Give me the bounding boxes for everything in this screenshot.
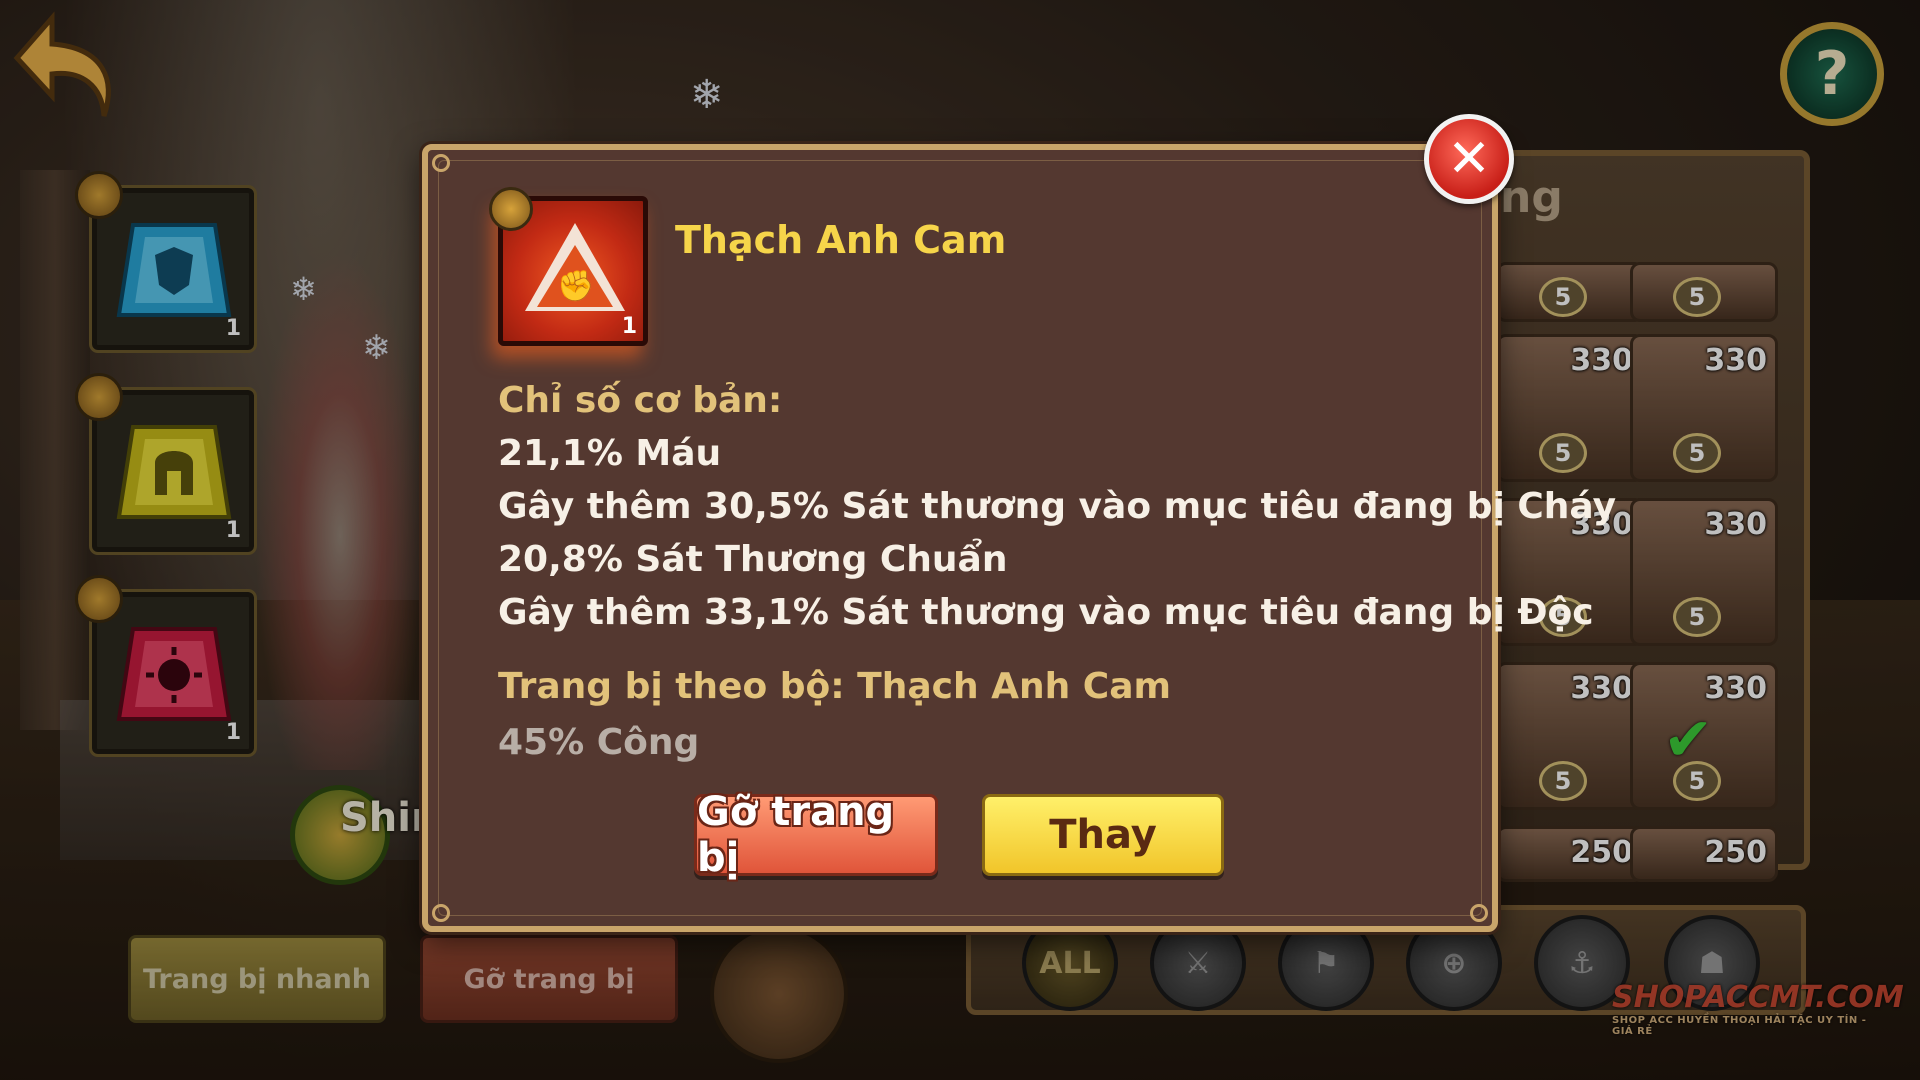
- item-count: 1: [621, 314, 637, 339]
- corner-ornament: [432, 904, 450, 922]
- close-x-icon: ✕: [1447, 129, 1491, 189]
- set-bonus-title: Trang bị theo bộ: Thạch Anh Cam: [498, 666, 1172, 707]
- corner-ornament: [1470, 904, 1488, 922]
- replace-button[interactable]: Thay: [982, 794, 1224, 876]
- base-stats-title: Chỉ số cơ bản:: [498, 380, 783, 421]
- unequip-button[interactable]: Gỡ trang bị: [694, 789, 938, 881]
- close-button[interactable]: ✕: [1424, 114, 1514, 204]
- stat-line: Gây thêm 33,1% Sát thương vào mục tiêu đ…: [498, 592, 1594, 633]
- stat-line: 21,1% Máu: [498, 433, 722, 474]
- corner-ornament: [432, 154, 450, 172]
- stat-line: Gây thêm 30,5% Sát thương vào mục tiêu đ…: [498, 486, 1617, 527]
- item-icon: ✊ 1: [489, 187, 648, 346]
- item-name: Thạch Anh Cam: [675, 218, 1007, 262]
- fist-icon: ✊: [557, 269, 595, 304]
- set-bonus-value: 45% Công: [498, 722, 700, 763]
- stat-line: 20,8% Sát Thương Chuẩn: [498, 539, 1008, 580]
